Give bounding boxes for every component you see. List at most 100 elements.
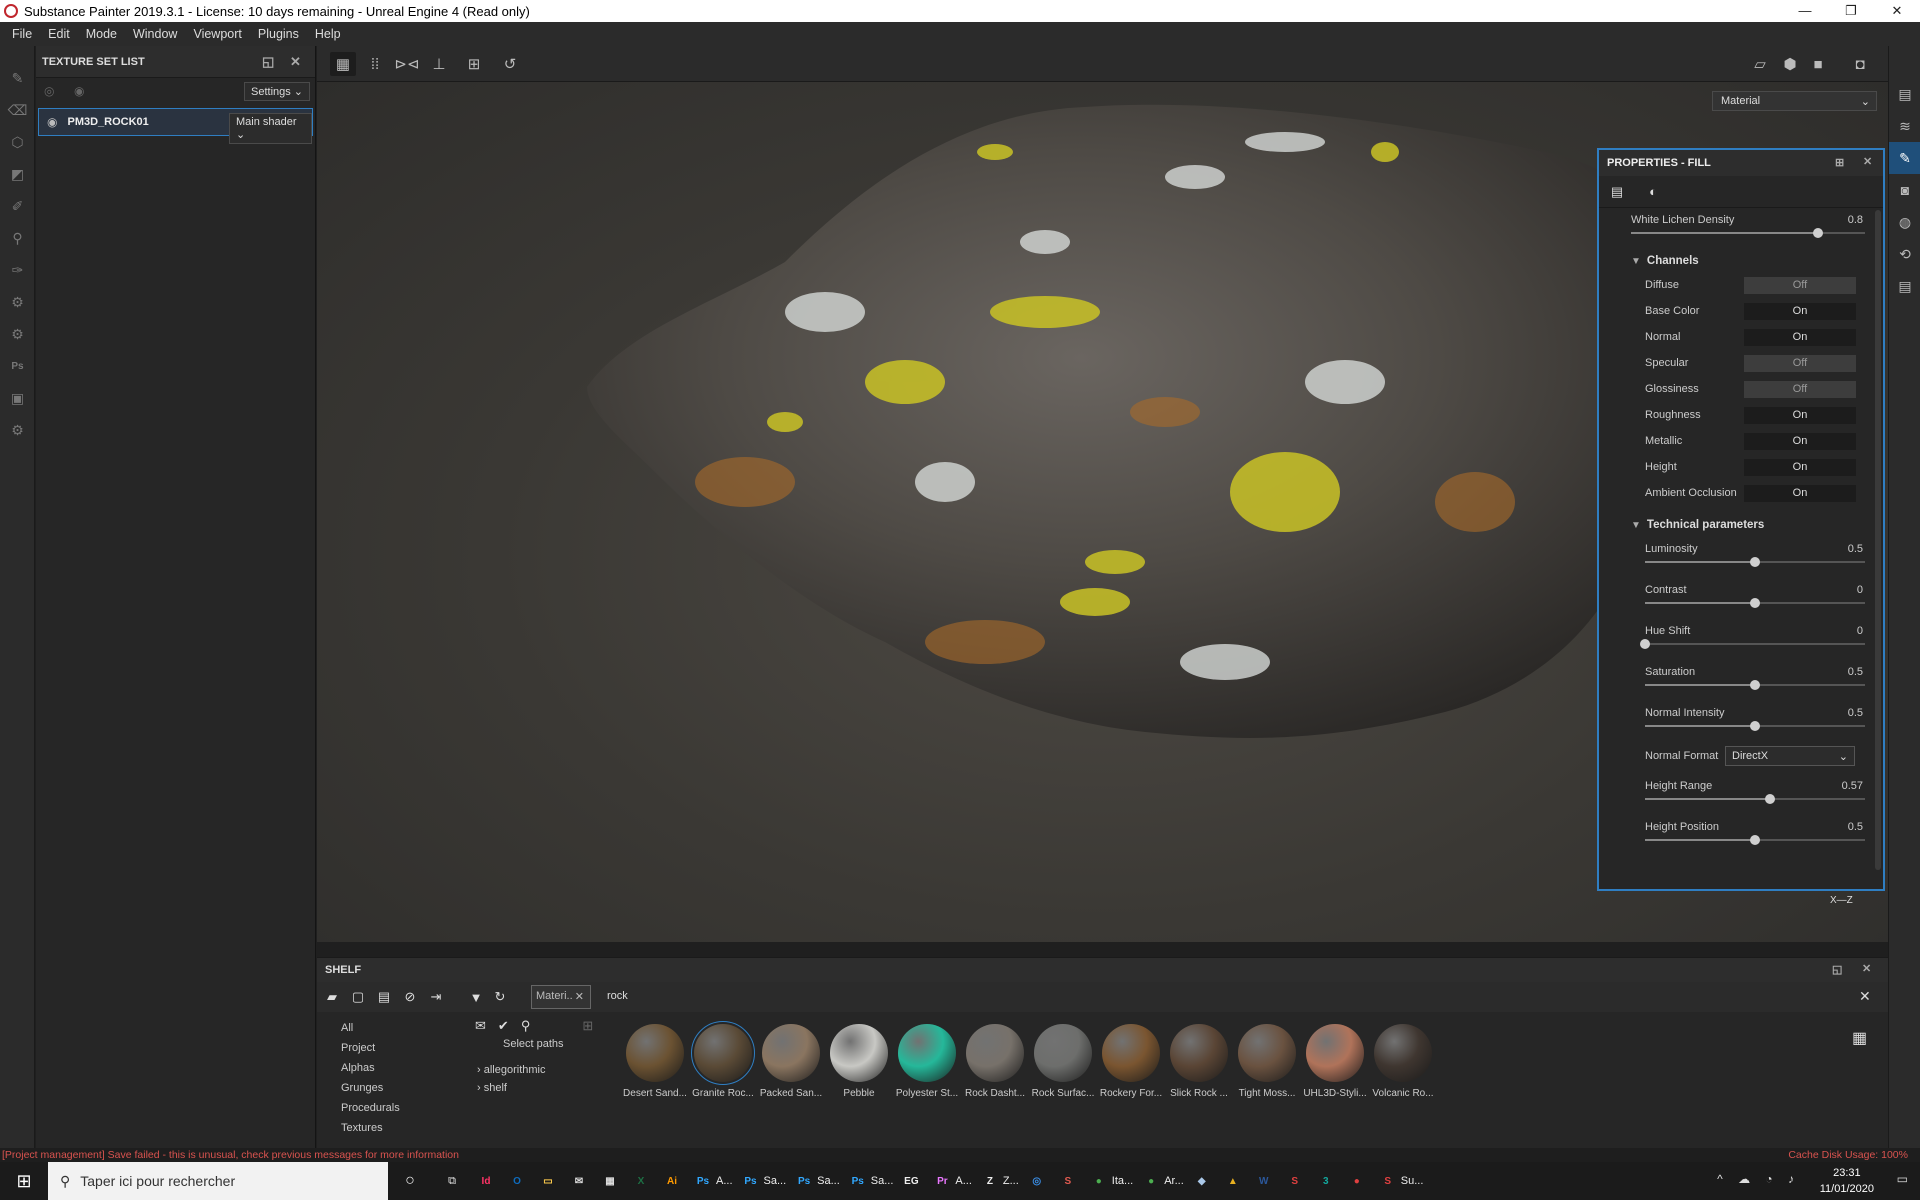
taskbar-app[interactable]: S Su... — [1374, 1162, 1428, 1200]
close-icon[interactable]: ✕ — [1874, 0, 1920, 22]
taskbar-app[interactable]: Ps Sa... — [844, 1162, 898, 1200]
paint-brush-icon[interactable]: ✎ — [0, 62, 35, 94]
parameter-slider[interactable]: Height Range 0.57 — [1599, 774, 1873, 815]
taskbar-app[interactable]: Ai — [658, 1162, 689, 1200]
material-thumbnail[interactable]: Rockery For... — [1097, 1024, 1165, 1099]
slider-handle[interactable] — [1750, 598, 1760, 608]
slider-handle[interactable] — [1813, 228, 1824, 238]
color-picker-icon[interactable]: ✑ — [0, 254, 35, 286]
slider-handle[interactable] — [1750, 680, 1760, 690]
taskbar-app[interactable]: Id — [472, 1162, 503, 1200]
parameter-slider[interactable]: Contrast 0 — [1599, 578, 1873, 619]
normal-format-select[interactable]: DirectX ⌄ — [1725, 746, 1855, 766]
material-thumbnail[interactable]: UHL3D-Styli... — [1301, 1024, 1369, 1099]
shelf-category-item[interactable]: Grunges — [329, 1078, 449, 1098]
import-icon[interactable]: ⇥ — [425, 986, 447, 1008]
task-view-icon[interactable]: ⧉ — [432, 1162, 472, 1200]
shader-dropdown[interactable]: Main shader ⌄ — [229, 113, 312, 144]
system-tray-icons[interactable]: ^ ☁ ◔ ♪ — [1717, 1172, 1800, 1186]
clear-search-icon[interactable]: ✕ — [1859, 988, 1871, 1005]
visibility-icon[interactable]: ◎ — [44, 84, 54, 98]
new-item-icon[interactable]: ▢ — [347, 986, 369, 1008]
taskbar-app[interactable]: Ps Sa... — [737, 1162, 791, 1200]
polygon-fill-icon[interactable]: ◩ — [0, 158, 35, 190]
mirror-icon[interactable]: ⊳⊲ — [394, 52, 420, 76]
material-thumbnail[interactable]: Pebble — [825, 1024, 893, 1099]
shelf-category-item[interactable]: Textures — [329, 1118, 449, 1138]
sphere-tab-icon[interactable]: ◐ — [1641, 180, 1665, 204]
eye-icon[interactable]: ◉ — [74, 84, 84, 98]
taskbar-app[interactable]: ▭ — [534, 1162, 565, 1200]
channel-toggle[interactable]: On — [1744, 485, 1856, 502]
slider-handle[interactable] — [1750, 835, 1760, 845]
channel-toggle[interactable]: Off — [1744, 277, 1856, 294]
shelf-category-item[interactable]: Project — [329, 1038, 449, 1058]
search-icon[interactable]: ⚲ — [521, 1018, 531, 1034]
slider-handle[interactable] — [1640, 639, 1650, 649]
cortana-icon[interactable]: ○ — [388, 1162, 432, 1200]
material-thumbnail[interactable]: Rock Surfac... — [1029, 1024, 1097, 1099]
path-item-shelf[interactable]: › shelf — [467, 1082, 607, 1094]
parameter-slider[interactable]: Hue Shift 0 — [1599, 619, 1873, 660]
taskbar-app[interactable]: ● — [1343, 1162, 1374, 1200]
refresh-icon[interactable]: ↻ — [489, 986, 511, 1008]
add-icon[interactable]: ⊞ — [461, 52, 487, 76]
restore-icon[interactable]: ❐ — [1828, 0, 1874, 22]
history-icon[interactable]: ↺ — [497, 52, 523, 76]
channel-toggle[interactable]: On — [1744, 433, 1856, 450]
grid-select-icon[interactable]: ▦ — [330, 52, 356, 76]
channel-toggle[interactable]: Off — [1744, 355, 1856, 372]
shelf-category-item[interactable]: Procedurals — [329, 1098, 449, 1118]
slider-handle[interactable] — [1765, 794, 1776, 804]
shader-settings-icon[interactable]: ◍ — [1889, 206, 1920, 238]
close-panel-icon[interactable]: ✕ — [290, 54, 301, 70]
technical-parameters-section-header[interactable]: ▼ Technical parameters — [1599, 513, 1873, 537]
menu-help[interactable]: Help — [307, 27, 349, 41]
float-panel-icon[interactable]: ◱ — [1832, 963, 1842, 976]
viewport-2d-icon[interactable]: ▱ — [1747, 52, 1773, 76]
slider-handle[interactable] — [1750, 721, 1760, 731]
taskbar-app[interactable]: S — [1281, 1162, 1312, 1200]
shelf-category-item[interactable]: All — [329, 1018, 449, 1038]
texture-set-item[interactable]: ◉ PM3D_ROCK01 Main shader ⌄ — [38, 108, 313, 144]
taskbar-app[interactable]: ▦ — [596, 1162, 627, 1200]
settings-gear-icon[interactable]: ⚙ — [0, 286, 35, 318]
channel-toggle[interactable]: Off — [1744, 381, 1856, 398]
taskbar-app[interactable]: Ps A... — [689, 1162, 737, 1200]
folder-check-icon[interactable]: ✉ — [475, 1018, 486, 1034]
grid-options-icon[interactable]: ⁞⁞ — [362, 52, 388, 76]
close-panel-icon[interactable]: ✕ — [1862, 962, 1871, 975]
taskbar-app[interactable]: S — [1054, 1162, 1085, 1200]
float-panel-icon[interactable]: ⊞ — [1835, 156, 1844, 169]
material-thumbnail[interactable]: Granite Roc... — [689, 1021, 757, 1099]
close-icon[interactable]: ✕ — [575, 990, 584, 1003]
viewport-mode-select[interactable]: Material ⌄ — [1712, 91, 1877, 111]
camera-icon[interactable]: ■ — [1805, 52, 1831, 76]
taskbar-app[interactable]: O — [503, 1162, 534, 1200]
minimize-icon[interactable]: — — [1782, 0, 1828, 22]
channel-toggle[interactable]: On — [1744, 303, 1856, 320]
folder-icon[interactable]: ▰ — [321, 986, 343, 1008]
taskbar-app[interactable]: X — [627, 1162, 658, 1200]
material-thumbnail[interactable]: Volcanic Ro... — [1369, 1024, 1437, 1099]
material-thumbnail[interactable]: Tight Moss... — [1233, 1024, 1301, 1099]
photoshop-export-icon[interactable]: Ps — [0, 350, 35, 382]
texture-set-settings-icon[interactable]: ▤ — [1889, 78, 1920, 110]
display-settings-icon[interactable]: ◙ — [1889, 174, 1920, 206]
check-icon[interactable]: ✔ — [498, 1018, 509, 1034]
taskbar-search-input[interactable]: ⚲ Taper ici pour rechercher — [48, 1162, 388, 1200]
slider-handle[interactable] — [1750, 557, 1760, 567]
bake-icon[interactable]: ⚙ — [0, 318, 35, 350]
channels-section-header[interactable]: ▼ Channels — [1599, 249, 1873, 273]
viewport-3d-icon[interactable]: ⬢ — [1777, 52, 1803, 76]
save-icon[interactable]: ▤ — [373, 986, 395, 1008]
material-thumbnail[interactable]: Slick Rock ... — [1165, 1024, 1233, 1099]
taskbar-app[interactable]: Pr A... — [928, 1162, 976, 1200]
taskbar-app[interactable]: EG — [897, 1162, 928, 1200]
plugin-icon[interactable]: ⚙ — [0, 414, 35, 446]
material-tab-icon[interactable]: ▤ — [1605, 180, 1629, 204]
taskbar-app[interactable]: Ps Sa... — [790, 1162, 844, 1200]
menu-mode[interactable]: Mode — [78, 27, 125, 41]
path-item-allegorithmic[interactable]: › allegorithmic — [467, 1064, 607, 1076]
white-lichen-density-slider[interactable]: White Lichen Density 0.8 — [1599, 208, 1873, 249]
